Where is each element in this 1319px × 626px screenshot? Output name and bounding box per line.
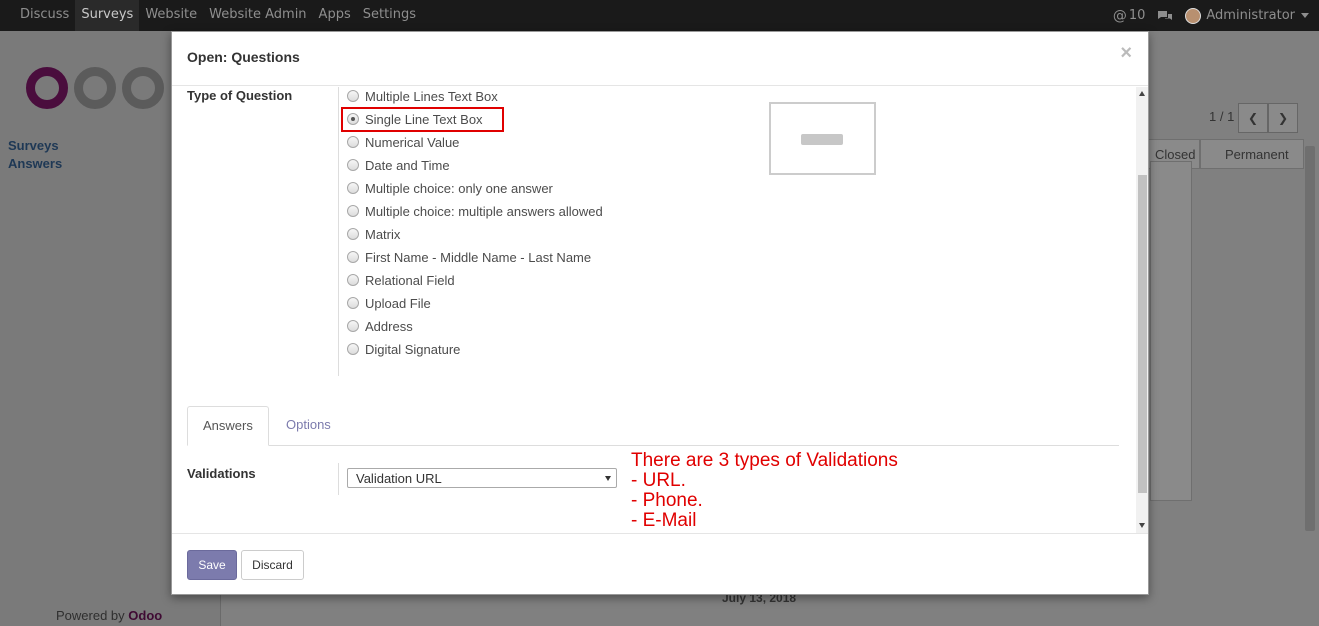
question-type-preview-image	[769, 102, 876, 175]
stage-permanent[interactable]: Permanent	[1200, 139, 1304, 169]
radio-icon	[347, 274, 359, 286]
radio-option[interactable]: First Name - Middle Name - Last Name	[347, 246, 591, 268]
text-line-placeholder-icon	[801, 134, 843, 145]
validations-label: Validations	[187, 466, 256, 481]
menu-surveys[interactable]: Surveys	[75, 0, 140, 31]
background-scrollbar[interactable]	[1305, 146, 1315, 531]
radio-label: Multiple Lines Text Box	[365, 88, 498, 104]
tab-options[interactable]: Options	[271, 406, 346, 446]
powered-by-brand[interactable]: Odoo	[128, 608, 162, 623]
dialog-body: Type of Question Multiple Lines Text Box…	[172, 87, 1148, 533]
radio-label: Date and Time	[365, 157, 450, 173]
radio-option[interactable]: Digital Signature	[347, 338, 460, 360]
chat-bubbles-icon	[1158, 10, 1173, 20]
dialog-scrollbar[interactable]	[1136, 87, 1148, 533]
radio-icon	[347, 136, 359, 148]
radio-label: Digital Signature	[365, 341, 461, 357]
radio-icon	[347, 90, 359, 102]
radio-icon	[347, 297, 359, 309]
powered-by: Powered by Odoo	[56, 608, 162, 623]
user-name: Administrator	[1206, 8, 1295, 23]
background-sheet	[1150, 161, 1192, 501]
radio-label: First Name - Middle Name - Last Name	[365, 249, 592, 265]
caret-down-icon	[1301, 13, 1309, 18]
activity-menu[interactable]: @ 10	[1113, 8, 1146, 24]
radio-option[interactable]: Multiple choice: only one answer	[347, 177, 553, 199]
selection-highlight-box	[341, 107, 504, 132]
chevron-left-icon: ❮	[1247, 111, 1259, 125]
radio-option[interactable]: Address	[347, 315, 413, 337]
scroll-down-icon[interactable]	[1139, 523, 1145, 528]
type-of-question-label: Type of Question	[187, 88, 293, 103]
radio-label: Multiple choice: multiple answers allowe…	[365, 203, 603, 219]
radio-icon	[347, 205, 359, 217]
radio-option[interactable]: Matrix	[347, 223, 400, 245]
menu-apps[interactable]: Apps	[313, 0, 357, 31]
chevron-right-icon: ❯	[1277, 111, 1289, 125]
menu-settings[interactable]: Settings	[357, 0, 422, 31]
discard-button[interactable]: Discard	[241, 550, 304, 580]
dialog-title: Open: Questions	[187, 49, 300, 65]
radio-option[interactable]: Numerical Value	[347, 131, 459, 153]
pager-previous-button[interactable]: ❮	[1238, 103, 1268, 133]
questions-dialog: Open: Questions × Type of Question Multi…	[171, 31, 1149, 595]
menu-website[interactable]: Website	[139, 0, 203, 31]
dropdown-arrow-icon	[605, 476, 611, 481]
odoo-logo-part	[122, 67, 164, 109]
field-separator	[338, 87, 339, 376]
annotation-line: - E-Mail	[631, 510, 697, 531]
annotation-line: - URL.	[631, 470, 686, 491]
radio-option[interactable]: Upload File	[347, 292, 431, 314]
validation-annotation: There are 3 types of Validations - URL. …	[631, 451, 898, 531]
save-button[interactable]: Save	[187, 550, 237, 580]
radio-option[interactable]: Relational Field	[347, 269, 455, 291]
radio-icon	[347, 343, 359, 355]
annotation-line: There are 3 types of Validations	[631, 450, 898, 471]
top-navbar: Discuss Surveys Website Website Admin Ap…	[0, 0, 1319, 31]
annotation-line: - Phone.	[631, 490, 703, 511]
odoo-logo-part	[74, 67, 116, 109]
radio-label: Upload File	[365, 295, 431, 311]
radio-label: Multiple choice: only one answer	[365, 180, 553, 196]
scrollbar-thumb[interactable]	[1138, 175, 1147, 493]
radio-option[interactable]: Multiple Lines Text Box	[347, 87, 498, 107]
radio-label: Matrix	[365, 226, 401, 242]
notebook-tabs: Answers Options	[187, 406, 1119, 446]
scroll-up-icon[interactable]	[1139, 91, 1145, 96]
systray: @ 10 Administrator	[1101, 0, 1309, 31]
radio-label: Address	[365, 318, 413, 334]
radio-option[interactable]: Multiple choice: multiple answers allowe…	[347, 200, 603, 222]
user-menu[interactable]: Administrator	[1185, 7, 1309, 24]
at-icon: @	[1112, 7, 1127, 24]
radio-icon	[347, 182, 359, 194]
menu-website-admin[interactable]: Website Admin	[203, 0, 312, 31]
radio-label: Relational Field	[365, 272, 455, 288]
menu-discuss[interactable]: Discuss	[14, 0, 75, 31]
messages-count: 10	[1128, 8, 1146, 23]
close-icon[interactable]: ×	[1120, 42, 1132, 65]
radio-icon	[347, 159, 359, 171]
radio-icon	[347, 320, 359, 332]
radio-icon	[347, 251, 359, 263]
pager-value: 1 / 1	[1209, 109, 1235, 124]
powered-by-text: Powered by	[56, 608, 129, 623]
validation-select-value: Validation URL	[356, 471, 442, 486]
sidebar-item-answers[interactable]: Answers	[8, 156, 62, 171]
radio-label: Numerical Value	[365, 134, 460, 150]
dialog-header: Open: Questions ×	[172, 32, 1148, 86]
odoo-logo	[26, 67, 68, 109]
field-separator	[338, 463, 339, 495]
sidebar-item-surveys[interactable]: Surveys	[8, 138, 59, 153]
radio-icon	[347, 228, 359, 240]
pager-next-button[interactable]: ❯	[1268, 103, 1298, 133]
dialog-footer: Save Discard	[172, 533, 1148, 595]
avatar	[1185, 7, 1202, 24]
chat-menu[interactable]	[1157, 9, 1173, 23]
validation-select[interactable]: Validation URL	[347, 468, 617, 488]
app-menu: Discuss Surveys Website Website Admin Ap…	[14, 0, 422, 31]
tab-answers[interactable]: Answers	[187, 406, 269, 446]
radio-option[interactable]: Date and Time	[347, 154, 450, 176]
